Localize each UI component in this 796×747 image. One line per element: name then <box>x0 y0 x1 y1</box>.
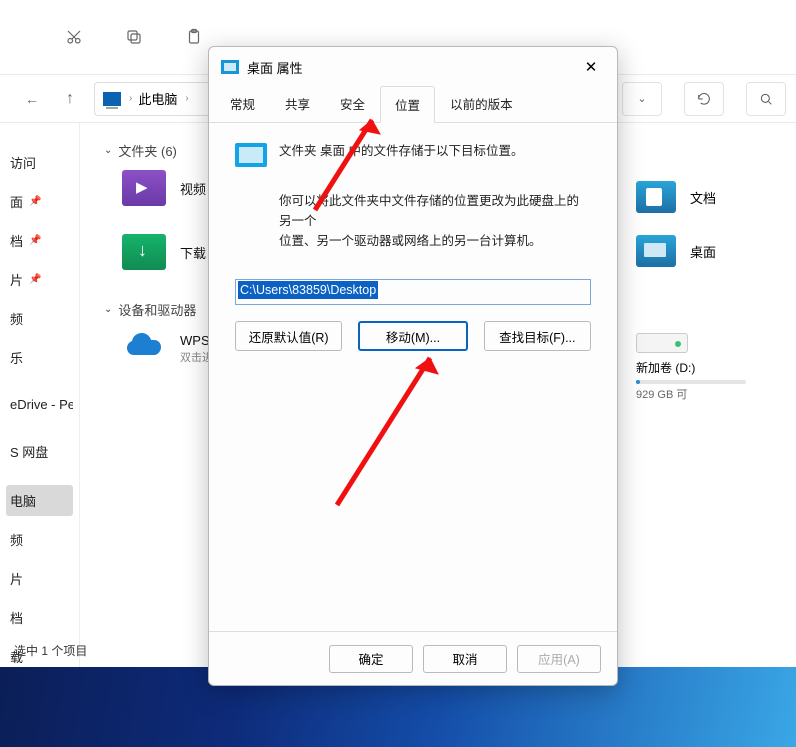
sidebar-item-thispc[interactable]: 电脑 <box>6 485 73 516</box>
folder-item-desktop[interactable]: 桌面 <box>636 235 796 267</box>
sidebar-item-videos2[interactable]: 频 <box>6 524 73 555</box>
sidebar-item-label: S 网盘 <box>10 442 48 461</box>
sidebar-item-quickaccess[interactable]: 访问 <box>6 147 73 178</box>
location-buttons-row: 还原默认值(R) 移动(M)... 查找目标(F)... <box>235 321 591 351</box>
apply-button[interactable]: 应用(A) <box>517 645 601 673</box>
dialog-tabs: 常规 共享 安全 位置 以前的版本 <box>209 87 617 123</box>
paste-icon[interactable] <box>184 27 204 47</box>
folder-label: 视频 <box>180 179 206 198</box>
drive-name: 新加卷 (D:) <box>636 359 796 376</box>
folders-header-label: 文件夹 (6) <box>118 141 177 160</box>
address-location: 此电脑 <box>138 89 177 108</box>
explorer-right-column: 文档 桌面 新加卷 (D:) 929 GB 可 <box>636 123 796 747</box>
documents-folder-icon <box>636 181 676 213</box>
pin-icon: 📌 <box>29 235 41 246</box>
address-dropdown[interactable]: ⌄ <box>622 82 662 116</box>
cloud-icon <box>122 329 166 365</box>
folder-item-documents[interactable]: 文档 <box>636 181 796 213</box>
sidebar-item-documents2[interactable]: 档 <box>6 602 73 633</box>
sidebar-item-label: 访问 <box>10 153 36 172</box>
ok-button[interactable]: 确定 <box>329 645 413 673</box>
drive-item-d[interactable]: 新加卷 (D:) 929 GB 可 <box>636 333 796 402</box>
copy-icon[interactable] <box>124 27 144 47</box>
sidebar-item-label: 电脑 <box>10 491 36 510</box>
desktop-folder-icon <box>636 235 676 267</box>
desktop-icon <box>235 143 267 167</box>
info-row: 文件夹 桌面 中的文件存储于以下目标位置。 <box>235 141 591 167</box>
desc-line1: 你可以将此文件夹中文件存储的位置更改为此硬盘上的另一个 <box>279 191 591 231</box>
description-text: 你可以将此文件夹中文件存储的位置更改为此硬盘上的另一个 位置、另一个驱动器或网络… <box>279 191 591 251</box>
tab-share[interactable]: 共享 <box>270 85 325 122</box>
folder-label: 下载 <box>180 243 206 262</box>
tab-security[interactable]: 安全 <box>325 85 380 122</box>
cut-icon[interactable] <box>64 27 84 47</box>
refresh-button[interactable] <box>684 82 724 116</box>
move-button[interactable]: 移动(M)... <box>358 321 467 351</box>
sidebar-item-documents[interactable]: 档📌 <box>6 225 73 256</box>
video-folder-icon <box>122 170 166 206</box>
cancel-button[interactable]: 取消 <box>423 645 507 673</box>
drive-usage-bar <box>636 380 746 384</box>
sidebar-item-label: eDrive - Pers <box>10 397 73 412</box>
drive-free-text: 929 GB 可 <box>636 386 796 402</box>
chevron-right-icon: › <box>185 93 188 104</box>
sidebar-item-label: 片 <box>10 569 23 588</box>
tab-general[interactable]: 常规 <box>215 85 270 122</box>
folder-label: 桌面 <box>690 242 716 261</box>
nav-up-icon[interactable]: ↑ <box>56 85 84 113</box>
sidebar-item-videos[interactable]: 频 <box>6 303 73 334</box>
sidebar-item-label: 档 <box>10 608 23 627</box>
sidebar-item-label: 档 <box>10 231 23 250</box>
pc-icon <box>103 92 121 106</box>
restore-default-button[interactable]: 还原默认值(R) <box>235 321 342 351</box>
path-value: C:\Users\83859\Desktop <box>238 281 378 299</box>
pin-icon: 📌 <box>29 274 41 285</box>
sidebar-item-onedrive[interactable]: eDrive - Pers <box>6 391 73 418</box>
dialog-title: 桌面 属性 <box>247 58 303 77</box>
dialog-body: 文件夹 桌面 中的文件存储于以下目标位置。 你可以将此文件夹中文件存储的位置更改… <box>209 123 617 631</box>
search-button[interactable] <box>746 82 786 116</box>
devices-header-label: 设备和驱动器 <box>118 300 196 319</box>
sidebar-item-wps[interactable]: S 网盘 <box>6 436 73 467</box>
desktop-icon <box>221 60 239 74</box>
close-button[interactable]: ✕ <box>573 52 609 82</box>
properties-dialog: 桌面 属性 ✕ 常规 共享 安全 位置 以前的版本 文件夹 桌面 中的文件存储于… <box>208 46 618 686</box>
chevron-down-icon: ⌄ <box>637 92 646 105</box>
download-folder-icon <box>122 234 166 270</box>
tab-previous-versions[interactable]: 以前的版本 <box>435 85 528 122</box>
path-input[interactable]: C:\Users\83859\Desktop <box>235 279 591 305</box>
desc-line2: 位置、另一个驱动器或网络上的另一台计算机。 <box>279 231 591 251</box>
nav-back-icon[interactable]: ← <box>18 85 46 113</box>
sidebar-item-pictures[interactable]: 片📌 <box>6 264 73 295</box>
sidebar-item-music[interactable]: 乐 <box>6 342 73 373</box>
sidebar-item-label: 频 <box>10 530 23 549</box>
info-text: 文件夹 桌面 中的文件存储于以下目标位置。 <box>279 141 523 161</box>
chevron-down-icon: ⌄ <box>104 145 112 156</box>
folder-label: 文档 <box>690 188 716 207</box>
dialog-action-row: 确定 取消 应用(A) <box>209 631 617 685</box>
chevron-down-icon: ⌄ <box>104 304 112 315</box>
dialog-titlebar[interactable]: 桌面 属性 ✕ <box>209 47 617 87</box>
sidebar-item-label: 频 <box>10 309 23 328</box>
sidebar-item-desktop[interactable]: 面📌 <box>6 186 73 217</box>
status-bar-text: 选中 1 个项目 <box>14 642 87 659</box>
tab-location[interactable]: 位置 <box>380 86 435 123</box>
pin-icon: 📌 <box>29 196 41 207</box>
drive-icon <box>636 333 688 353</box>
chevron-right-icon: › <box>129 93 132 104</box>
sidebar-item-label: 面 <box>10 192 23 211</box>
sidebar-item-label: 片 <box>10 270 23 289</box>
sidebar-item-pictures2[interactable]: 片 <box>6 563 73 594</box>
sidebar-item-label: 乐 <box>10 348 23 367</box>
find-target-button[interactable]: 查找目标(F)... <box>484 321 591 351</box>
